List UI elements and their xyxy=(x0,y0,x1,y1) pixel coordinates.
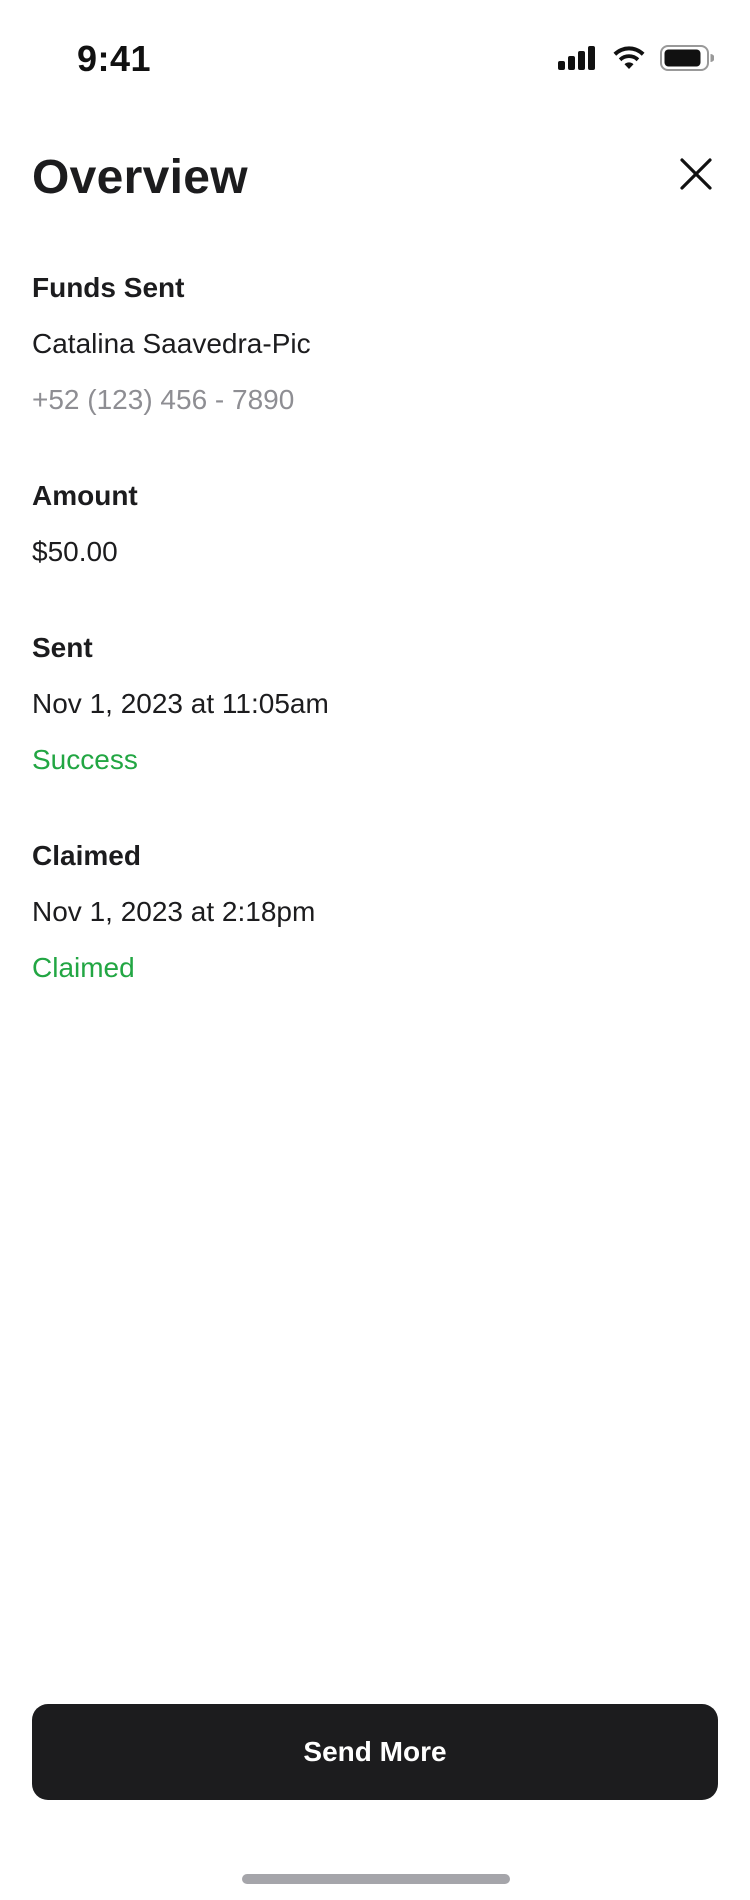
sent-label: Sent xyxy=(32,632,93,663)
status-icons xyxy=(558,44,714,72)
home-indicator xyxy=(242,1874,510,1884)
header: Overview xyxy=(32,150,718,210)
claimed-status: Claimed xyxy=(32,952,135,983)
amount-label: Amount xyxy=(32,480,138,511)
amount-value: $50.00 xyxy=(32,536,118,567)
funds-sent-label: Funds Sent xyxy=(32,272,185,303)
recipient-phone: +52 (123) 456 - 7890 xyxy=(32,384,295,415)
amount-section: Amount $50.00 xyxy=(32,478,718,570)
funds-sent-section: Funds Sent Catalina Saavedra-Pic +52 (12… xyxy=(32,270,718,418)
sent-datetime: Nov 1, 2023 at 11:05am xyxy=(32,688,329,719)
signal-icon xyxy=(558,46,598,70)
close-icon xyxy=(680,158,712,190)
claimed-datetime: Nov 1, 2023 at 2:18pm xyxy=(32,896,316,927)
close-button[interactable] xyxy=(674,152,718,196)
sent-section: Sent Nov 1, 2023 at 11:05am Success xyxy=(32,630,718,778)
recipient-name: Catalina Saavedra-Pic xyxy=(32,328,311,359)
claimed-section: Claimed Nov 1, 2023 at 2:18pm Claimed xyxy=(32,838,718,986)
sent-status: Success xyxy=(32,744,138,775)
status-time: 9:41 xyxy=(77,38,152,79)
status-bar: 9:41 xyxy=(0,0,750,120)
claimed-label: Claimed xyxy=(32,840,141,871)
page-title: Overview xyxy=(32,151,248,204)
wifi-icon xyxy=(613,46,645,69)
send-more-button[interactable]: Send More xyxy=(32,1704,718,1800)
battery-icon xyxy=(660,45,714,71)
